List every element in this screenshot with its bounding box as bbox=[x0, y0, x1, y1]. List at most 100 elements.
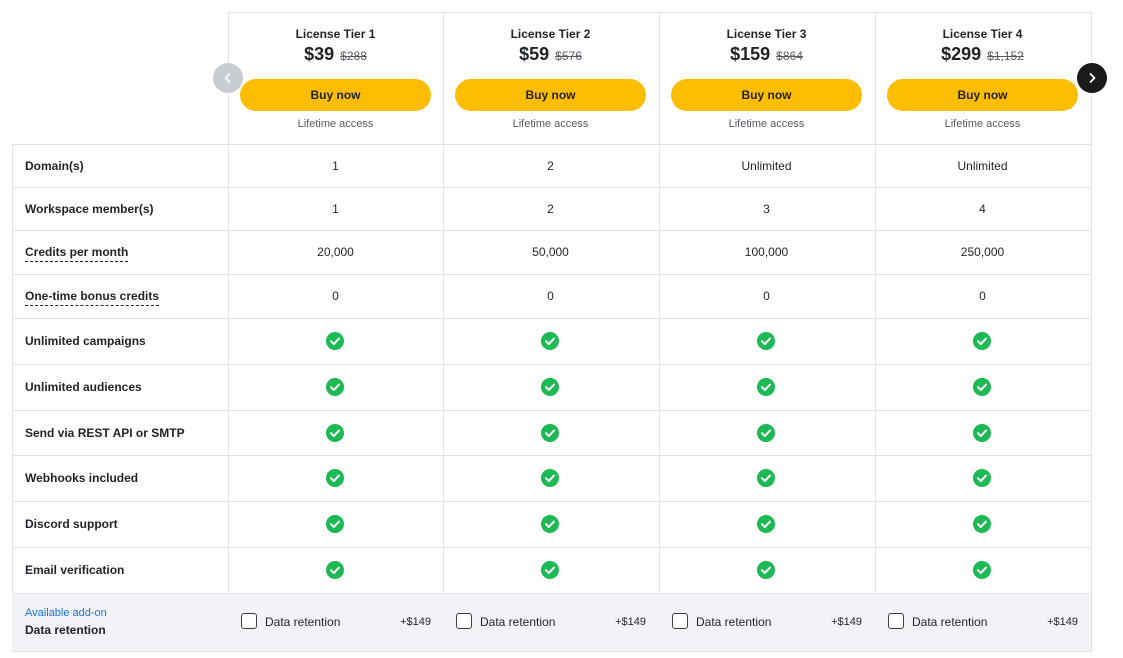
current-price: $59 bbox=[519, 44, 550, 64]
buy-now-button-tier-1[interactable]: Buy now bbox=[240, 79, 431, 111]
feature-label: Webhooks included bbox=[25, 471, 138, 485]
tier-price: $299 $1,152 bbox=[875, 44, 1090, 65]
check-circle-icon bbox=[757, 423, 775, 442]
grid-line bbox=[12, 501, 1092, 502]
tier-price: $159 $864 bbox=[659, 44, 874, 65]
feature-value: 1 bbox=[332, 158, 339, 173]
tier-header-3: License Tier 3 $159 $864 Buy now Lifetim… bbox=[659, 12, 874, 144]
grid-line bbox=[12, 651, 1092, 652]
tier-name: License Tier 2 bbox=[510, 27, 591, 41]
feature-value: 2 bbox=[547, 201, 554, 216]
tier-name: License Tier 3 bbox=[726, 27, 807, 41]
feature-value: Unlimited bbox=[741, 158, 792, 173]
tier-price: $39 $288 bbox=[228, 44, 443, 65]
original-price: $1,152 bbox=[987, 49, 1024, 63]
feature-value: 50,000 bbox=[532, 245, 569, 259]
data-retention-checkbox[interactable] bbox=[456, 613, 472, 629]
next-tiers-button[interactable] bbox=[1077, 63, 1107, 93]
grid-line bbox=[12, 230, 1092, 231]
buy-now-button-tier-3[interactable]: Buy now bbox=[671, 79, 862, 111]
feature-value: 0 bbox=[332, 289, 339, 303]
feature-label: Send via REST API or SMTP bbox=[25, 426, 185, 440]
check-circle-icon bbox=[973, 423, 991, 442]
grid-line bbox=[12, 144, 13, 651]
feature-value: Unlimited bbox=[957, 158, 1008, 173]
feature-label: Domain(s) bbox=[25, 159, 84, 173]
addon-option-label: Data retention bbox=[912, 615, 988, 629]
current-price: $39 bbox=[304, 44, 335, 64]
original-price: $864 bbox=[776, 49, 803, 63]
buy-now-button-tier-4[interactable]: Buy now bbox=[887, 79, 1078, 111]
check-circle-icon bbox=[757, 332, 775, 350]
check-circle-icon bbox=[326, 378, 344, 396]
current-price: $299 bbox=[941, 44, 982, 64]
feature-label-text: Domain(s) bbox=[25, 158, 84, 173]
feature-label[interactable]: One-time bonus credits bbox=[25, 289, 160, 306]
addon-option-price: +$149 bbox=[400, 616, 431, 628]
feature-label-text: Email verification bbox=[25, 563, 125, 577]
lifetime-access-label: Lifetime access bbox=[944, 118, 1021, 130]
feature-label-text: Workspace member(s) bbox=[25, 201, 154, 216]
addon-option-label: Data retention bbox=[265, 615, 341, 629]
original-price: $288 bbox=[340, 49, 367, 63]
feature-value: 1 bbox=[332, 201, 339, 216]
feature-label[interactable]: Credits per month bbox=[25, 245, 129, 262]
feature-value: 100,000 bbox=[744, 245, 789, 259]
feature-label: Email verification bbox=[25, 563, 124, 577]
check-circle-icon bbox=[326, 469, 344, 487]
addon-option-price: +$149 bbox=[1047, 616, 1078, 628]
lifetime-access-label: Lifetime access bbox=[297, 118, 374, 130]
buy-now-button-tier-2[interactable]: Buy now bbox=[455, 79, 646, 111]
grid-line bbox=[12, 364, 1092, 365]
check-circle-icon bbox=[326, 423, 344, 442]
grid-line bbox=[12, 187, 1092, 188]
feature-label: Workspace member(s) bbox=[25, 202, 154, 216]
grid-line bbox=[1091, 12, 1092, 651]
grid-line bbox=[12, 593, 1092, 594]
addon-title: Data retention bbox=[25, 623, 106, 637]
lifetime-access-label: Lifetime access bbox=[728, 118, 805, 130]
feature-value: 2 bbox=[547, 158, 554, 173]
feature-label-text: Unlimited campaigns bbox=[25, 334, 146, 348]
check-circle-icon bbox=[541, 561, 559, 579]
check-circle-icon bbox=[541, 332, 559, 350]
check-circle-icon bbox=[541, 423, 559, 442]
grid-line bbox=[12, 547, 1092, 548]
check-circle-icon bbox=[973, 332, 991, 350]
available-addon-link[interactable]: Available add-on bbox=[25, 607, 107, 619]
feature-value: 4 bbox=[979, 201, 986, 216]
check-circle-icon bbox=[757, 378, 775, 396]
feature-value: 0 bbox=[763, 289, 770, 303]
feature-value: 250,000 bbox=[960, 245, 1005, 259]
addon-option-price: +$149 bbox=[615, 616, 646, 628]
tier-header-1: License Tier 1 $39 $288 Buy now Lifetime… bbox=[228, 12, 443, 144]
grid-line bbox=[12, 274, 1092, 275]
feature-value: 0 bbox=[979, 289, 986, 303]
data-retention-checkbox[interactable] bbox=[241, 613, 257, 629]
feature-label-text: One-time bonus credits bbox=[25, 289, 160, 306]
grid-line bbox=[12, 410, 1092, 411]
check-circle-icon bbox=[541, 469, 559, 487]
check-circle-icon bbox=[541, 378, 559, 396]
feature-label: Unlimited campaigns bbox=[25, 334, 146, 348]
feature-value: 3 bbox=[763, 201, 770, 216]
addon-option-price: +$149 bbox=[831, 616, 862, 628]
data-retention-checkbox[interactable] bbox=[888, 613, 904, 629]
check-circle-icon bbox=[973, 561, 991, 579]
tier-header-2: License Tier 2 $59 $576 Buy now Lifetime… bbox=[443, 12, 658, 144]
lifetime-access-label: Lifetime access bbox=[512, 118, 589, 130]
check-circle-icon bbox=[326, 515, 344, 533]
feature-label-text: Unlimited audiences bbox=[25, 380, 142, 394]
pricing-comparison-table: License Tier 1 $39 $288 Buy now Lifetime… bbox=[0, 0, 1123, 658]
chevron-right-icon bbox=[1089, 73, 1096, 83]
check-circle-icon bbox=[326, 332, 344, 350]
addon-option-label: Data retention bbox=[480, 615, 556, 629]
check-circle-icon bbox=[757, 561, 775, 579]
feature-label: Discord support bbox=[25, 517, 118, 531]
tier-name: License Tier 1 bbox=[295, 27, 376, 41]
data-retention-checkbox[interactable] bbox=[672, 613, 688, 629]
previous-tiers-button[interactable] bbox=[213, 63, 243, 93]
check-circle-icon bbox=[757, 469, 775, 487]
check-circle-icon bbox=[541, 515, 559, 533]
feature-label-text: Send via REST API or SMTP bbox=[25, 425, 185, 440]
